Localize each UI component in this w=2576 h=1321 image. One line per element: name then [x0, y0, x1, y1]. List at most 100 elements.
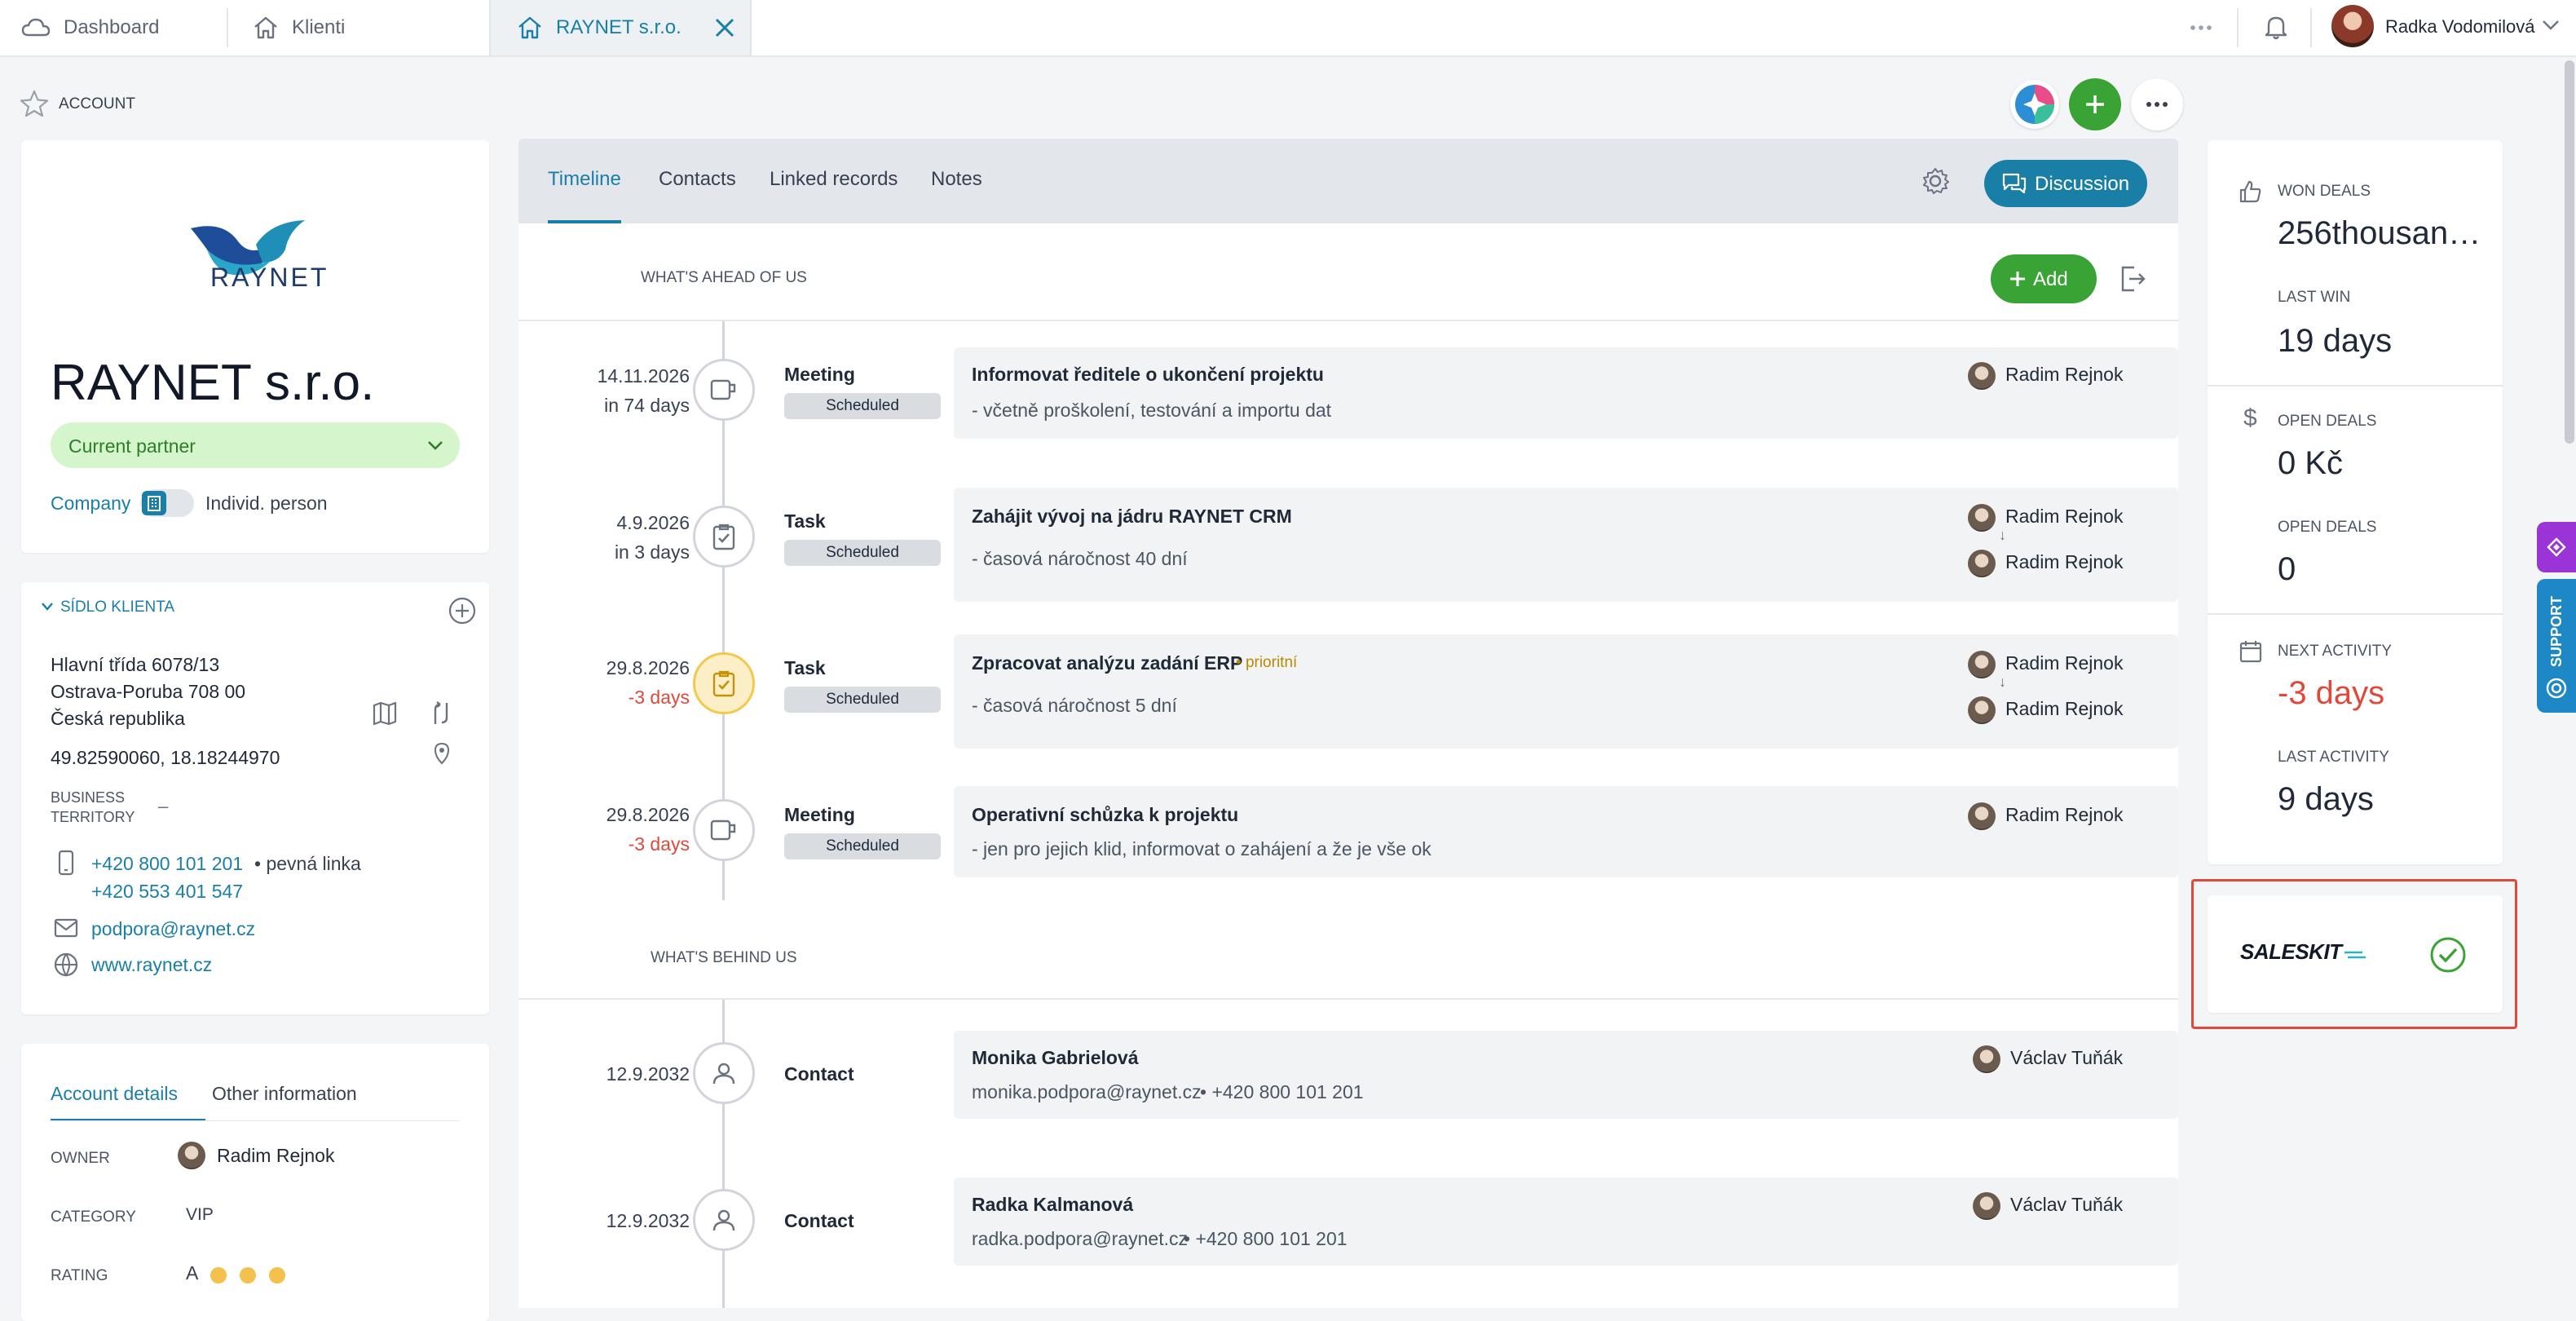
activity-relative: in 3 days	[614, 541, 690, 563]
discussion-label: Discussion	[2035, 173, 2130, 195]
activity-assignee[interactable]: Radim Rejnok	[2005, 551, 2123, 573]
lifebuoy-icon	[2545, 677, 2568, 700]
close-icon[interactable]	[714, 17, 735, 38]
type-toggle[interactable]	[140, 489, 194, 517]
tab-timeline[interactable]: Timeline	[548, 168, 621, 191]
activity-title[interactable]: Zahájit vývoj na jádru RAYNET CRM	[972, 506, 1292, 528]
top-bar: Dashboard Klienti RAYNET s.r.o. Radka Vo…	[0, 0, 2576, 57]
phone-1[interactable]: +420 800 101 201	[91, 853, 243, 875]
add-circle-icon[interactable]	[448, 597, 476, 625]
open-deals-value: 0 Kč	[2278, 445, 2344, 481]
tab-notes[interactable]: Notes	[931, 168, 982, 191]
gps-icon[interactable]	[429, 740, 455, 767]
contact-name[interactable]: Radka Kalmanová	[972, 1194, 1133, 1216]
type-company-label[interactable]: Company	[51, 493, 130, 515]
breadcrumb: ACCOUNT	[59, 95, 135, 113]
map-icon[interactable]	[372, 701, 398, 726]
discussion-button[interactable]: Discussion	[1984, 160, 2147, 207]
activity-note: - časová náročnost 5 dní	[972, 695, 1177, 716]
support-label: SUPPORT	[2547, 595, 2565, 667]
route-icon[interactable]	[429, 701, 455, 726]
section-title[interactable]: SÍDLO KLIENTA	[60, 599, 174, 616]
contact-email: monika.podpora@raynet.cz	[972, 1081, 1202, 1102]
activity-owner[interactable]: Radim Rejnok	[2005, 364, 2123, 386]
avatar[interactable]	[2331, 5, 2374, 47]
raynet-logo: RAYNET	[174, 214, 337, 303]
last-win-label: LAST WIN	[2278, 289, 2351, 306]
more-icon	[2146, 102, 2168, 107]
divider	[2310, 8, 2312, 47]
type-person-label[interactable]: Individ. person	[205, 493, 328, 515]
last-activity-label: LAST ACTIVITY	[2278, 749, 2389, 766]
activity-title[interactable]: Operativní schůzka k projektu	[972, 804, 1238, 826]
activity-owner[interactable]: Radim Rejnok	[2005, 652, 2123, 674]
user-name[interactable]: Radka Vodomilová	[2385, 16, 2534, 38]
contact-card[interactable]: Radka Kalmanová radka.podpora@raynet.cz …	[954, 1177, 2178, 1266]
check-circle-icon	[2429, 936, 2467, 974]
activity-date: 12.9.2032	[606, 1063, 690, 1085]
activity-title[interactable]: Zpracovat analýzu zadání ERP	[972, 652, 1242, 674]
phone-2[interactable]: +420 553 401 547	[91, 881, 243, 903]
activity-relative: in 74 days	[604, 395, 690, 416]
bell-icon[interactable]	[2263, 13, 2289, 41]
support-button[interactable]: SUPPORT	[2537, 579, 2576, 713]
company-name: RAYNET s.r.o.	[51, 355, 375, 411]
more-tabs-icon[interactable]	[2190, 18, 2212, 38]
status-select[interactable]: Current partner	[51, 422, 460, 468]
arrow-down-icon: ↓	[1999, 527, 2006, 543]
tab-account-details[interactable]: Account details	[51, 1083, 178, 1105]
activity-owner[interactable]: Václav Tuňák	[2010, 1047, 2123, 1069]
activity-date: 29.8.2026	[606, 657, 690, 678]
tab-dashboard[interactable]: Dashboard	[21, 0, 159, 55]
tab-linked-records[interactable]: Linked records	[770, 168, 898, 191]
won-deals-value: 256thousan…	[2278, 215, 2481, 251]
owner-avatar	[1973, 1192, 2000, 1220]
side-widget-button[interactable]	[2537, 522, 2576, 572]
scrollbar-thumb[interactable]	[2565, 60, 2574, 444]
contact-name[interactable]: Monika Gabrielová	[972, 1047, 1139, 1069]
activity-card[interactable]: Zpracovat analýzu zadání ERP • prioritní…	[954, 634, 2178, 749]
assignee-avatar	[1968, 550, 1996, 577]
add-button[interactable]	[2069, 78, 2121, 130]
tab-raynet[interactable]: RAYNET s.r.o.	[489, 0, 752, 55]
activity-owner[interactable]: Radim Rejnok	[2005, 804, 2123, 826]
activity-owner[interactable]: Radim Rejnok	[2005, 506, 2123, 528]
contact-phone: • +420 800 101 201	[1200, 1081, 1364, 1102]
star-icon[interactable]	[20, 90, 49, 117]
activity-type: Task	[784, 657, 826, 678]
web-link[interactable]: www.raynet.cz	[91, 954, 212, 976]
saleskit-widget[interactable]: SALESKIT	[2208, 895, 2503, 1013]
activity-owner[interactable]: Václav Tuňák	[2010, 1194, 2123, 1216]
activity-date: 14.11.2026	[597, 365, 690, 387]
activity-assignee[interactable]: Radim Rejnok	[2005, 698, 2123, 720]
email-link[interactable]: podpora@raynet.cz	[91, 918, 255, 940]
activity-card[interactable]: Informovat ředitele o ukončení projektu …	[954, 347, 2178, 439]
contact-card[interactable]: Monika Gabrielová monika.podpora@raynet.…	[954, 1031, 2178, 1119]
add-activity-button[interactable]: Add	[1991, 254, 2097, 303]
owner-avatar	[1973, 1045, 2000, 1073]
owner-avatar	[178, 1142, 205, 1169]
street: Hlavní třída 6078/13	[51, 654, 220, 675]
rating-label: RATING	[51, 1267, 108, 1284]
activity-card[interactable]: Operativní schůzka k projektu - jen pro …	[954, 786, 2178, 877]
saleskit-logo-mark	[2344, 949, 2367, 961]
chevron-down-icon[interactable]	[2542, 20, 2560, 31]
activity-note: - včetně proškolení, testování a importu…	[972, 400, 1332, 421]
task-overdue-icon	[693, 652, 755, 714]
activity-title[interactable]: Informovat ředitele o ukončení projektu	[972, 364, 1324, 386]
activity-card[interactable]: Zahájit vývoj na jádru RAYNET CRM - časo…	[954, 488, 2178, 602]
category-label: CATEGORY	[51, 1208, 136, 1226]
more-actions-button[interactable]	[2131, 78, 2183, 130]
behind-title: WHAT'S BEHIND US	[651, 949, 797, 966]
ai-assistant-button[interactable]	[2010, 80, 2059, 129]
gear-icon[interactable]	[1921, 166, 1950, 196]
contact-email: radka.podpora@raynet.cz	[972, 1228, 1188, 1249]
tab-klienti[interactable]: Klienti	[253, 0, 345, 55]
export-icon[interactable]	[2118, 264, 2147, 294]
phone-1-type: • pevná linka	[254, 853, 361, 874]
activity-relative: -3 days	[628, 833, 690, 855]
owner-name[interactable]: Radim Rejnok	[217, 1145, 334, 1167]
chevron-down-icon[interactable]	[41, 602, 54, 612]
tab-other-information[interactable]: Other information	[212, 1083, 357, 1105]
tab-contacts[interactable]: Contacts	[659, 168, 736, 191]
